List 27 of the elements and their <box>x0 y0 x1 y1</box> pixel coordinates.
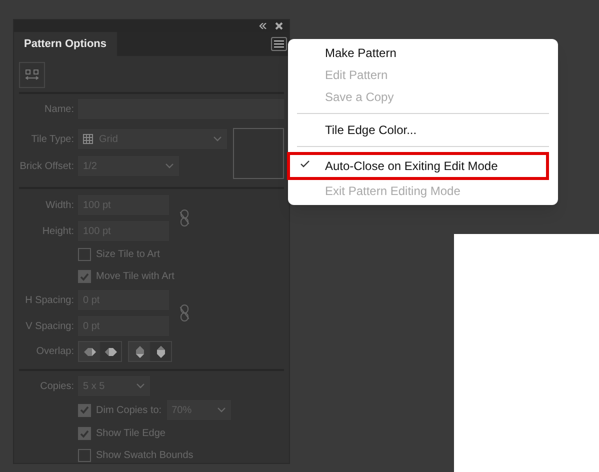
tile-spacing-icon <box>25 69 39 81</box>
field-label: V Spacing: <box>24 320 74 334</box>
field-label: Width: <box>44 198 74 212</box>
overlap-icon <box>82 346 96 358</box>
checkbox-label: Show Tile Edge <box>96 427 166 441</box>
field-label: Copies: <box>39 380 74 394</box>
field-label: Tile Type: <box>30 132 74 146</box>
field-label: Brick Offset: <box>19 160 74 174</box>
overlap-icon <box>104 346 118 358</box>
tile-preview <box>233 128 284 179</box>
menu-item[interactable]: Tile Edge Color... <box>288 119 558 141</box>
checkbox-label: Show Swatch Bounds <box>96 449 194 463</box>
field-label: Overlap: <box>35 345 74 359</box>
chevron-down-icon <box>136 383 145 389</box>
menu-item[interactable]: Auto-Close on Exiting Edit Mode <box>288 153 548 179</box>
chevron-down-icon <box>213 136 222 142</box>
field-label: H Spacing: <box>24 294 74 308</box>
field-label: Name: <box>44 102 74 116</box>
chevron-down-icon <box>216 407 226 413</box>
grid-icon <box>83 134 93 144</box>
checkbox-label: Move Tile with Art <box>96 270 174 284</box>
checkbox-label: Dim Copies to: <box>96 404 162 418</box>
checkbox-label: Size Tile to Art <box>96 248 160 262</box>
chevron-down-icon <box>165 163 174 169</box>
checkmark-icon <box>300 160 310 168</box>
field-label: Height: <box>41 224 74 238</box>
menu-item[interactable]: Make Pattern <box>288 42 558 64</box>
